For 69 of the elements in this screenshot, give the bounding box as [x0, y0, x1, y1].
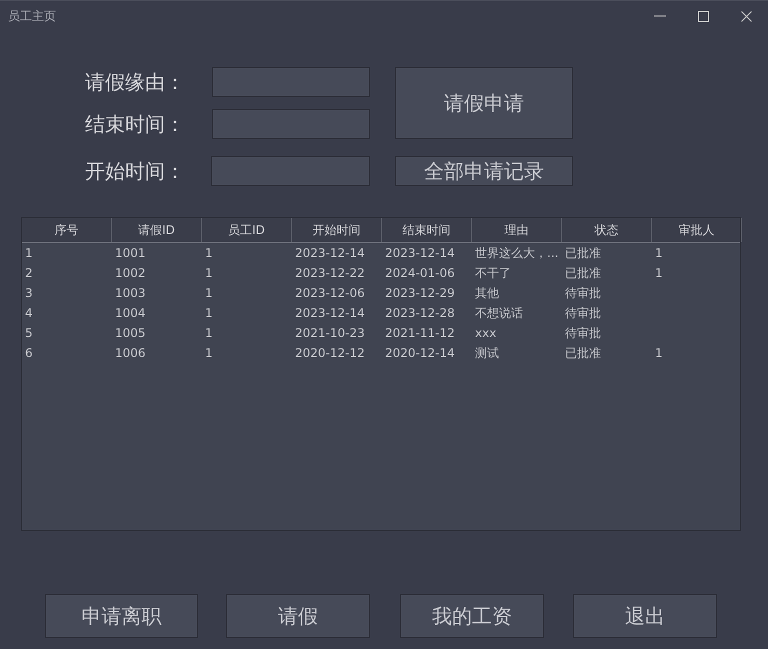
table-cell-text: 6 [24, 345, 34, 362]
table-cell-text: 3 [24, 285, 34, 302]
table-cell-text: 已批准 [564, 345, 602, 362]
input-field[interactable] [211, 156, 370, 186]
column-header[interactable]: 理由 [472, 218, 562, 242]
close-icon[interactable] [741, 10, 752, 22]
field-label: 开始时间： [85, 158, 186, 184]
table-cell-text: 2021-11-12 [384, 325, 456, 342]
column-header[interactable]: 结束时间 [382, 218, 472, 242]
table-cell-text: 1 [654, 245, 664, 262]
table-cell-text: 2023-12-28 [384, 305, 456, 322]
table-cell-text: 1006 [114, 345, 147, 362]
table-cell-text: 2023-12-29 [384, 285, 456, 302]
column-header[interactable]: 审批人 [652, 218, 742, 242]
table-cell-text: 2023-12-14 [294, 305, 366, 322]
table-cell-text: 不干了 [474, 265, 512, 282]
table-cell-text: 已批准 [564, 245, 602, 262]
table-cell-text: 1 [654, 265, 664, 282]
table-cell-text: 5 [24, 325, 34, 342]
footer-button[interactable]: 退出 [573, 594, 717, 638]
column-header[interactable]: 状态 [562, 218, 652, 242]
footer-button[interactable]: 申请离职 [45, 594, 198, 638]
table-cell-text: 2023-12-14 [294, 245, 366, 262]
table-cell-text: 1 [204, 245, 214, 262]
table-cell-text: 1 [24, 245, 34, 262]
table-cell-text: 1 [204, 345, 214, 362]
submit-button[interactable]: 请假申请 [395, 67, 573, 139]
maximize-icon[interactable] [698, 10, 709, 22]
table-cell-text: 1001 [114, 245, 147, 262]
table-cell-text: 测试 [474, 345, 500, 362]
column-header[interactable]: 员工ID [202, 218, 292, 242]
table-cell-text: 1 [654, 345, 664, 362]
table-cell-text: 4 [24, 305, 34, 322]
table-cell-text: 2 [24, 265, 34, 282]
table-cell-text: 1 [204, 285, 214, 302]
footer-button[interactable]: 请假 [226, 594, 370, 638]
table-cell-text: 待审批 [564, 305, 602, 322]
field-label: 结束时间： [85, 110, 186, 138]
column-header[interactable]: 开始时间 [292, 218, 382, 242]
window-title: 员工主页 [8, 8, 56, 24]
table-cell-text: 2023-12-14 [384, 245, 456, 262]
table-cell-text: 1004 [114, 305, 147, 322]
table-cell-text: 1003 [114, 285, 147, 302]
table-cell-text: 2024-01-06 [384, 265, 456, 282]
table-cell-text: 待审批 [564, 325, 602, 342]
minimize-icon[interactable] [654, 15, 666, 17]
table-cell-text: 待审批 [564, 285, 602, 302]
table-cell-text: 1 [204, 305, 214, 322]
table-cell-text: 2023-12-06 [294, 285, 366, 302]
records-button[interactable]: 全部申请记录 [395, 156, 573, 186]
table-cell-text: xxx [474, 325, 498, 342]
column-header[interactable]: 序号 [22, 218, 112, 242]
input-field[interactable] [212, 109, 370, 139]
table-cell-text: 2021-10-23 [294, 325, 366, 342]
table-cell-text: 2023-12-22 [294, 265, 366, 282]
table-cell-text: 1 [204, 265, 214, 282]
table-cell-text: 2020-12-12 [294, 345, 366, 362]
table-cell-text: 已批准 [564, 265, 602, 282]
table-cell-text: 其他 [474, 285, 500, 302]
footer-button[interactable]: 我的工资 [400, 594, 544, 638]
input-field[interactable] [212, 67, 370, 97]
column-header[interactable]: 请假ID [112, 218, 202, 242]
field-label: 请假缘由： [85, 68, 186, 96]
table-cell-text: 不想说话 [474, 305, 524, 322]
table-cell-text: 1 [204, 325, 214, 342]
table-cell-text: 1005 [114, 325, 147, 342]
table-cell-text: 世界这么大，... [474, 245, 560, 262]
table-cell-text: 1002 [114, 265, 147, 282]
table-cell-text: 2020-12-14 [384, 345, 456, 362]
